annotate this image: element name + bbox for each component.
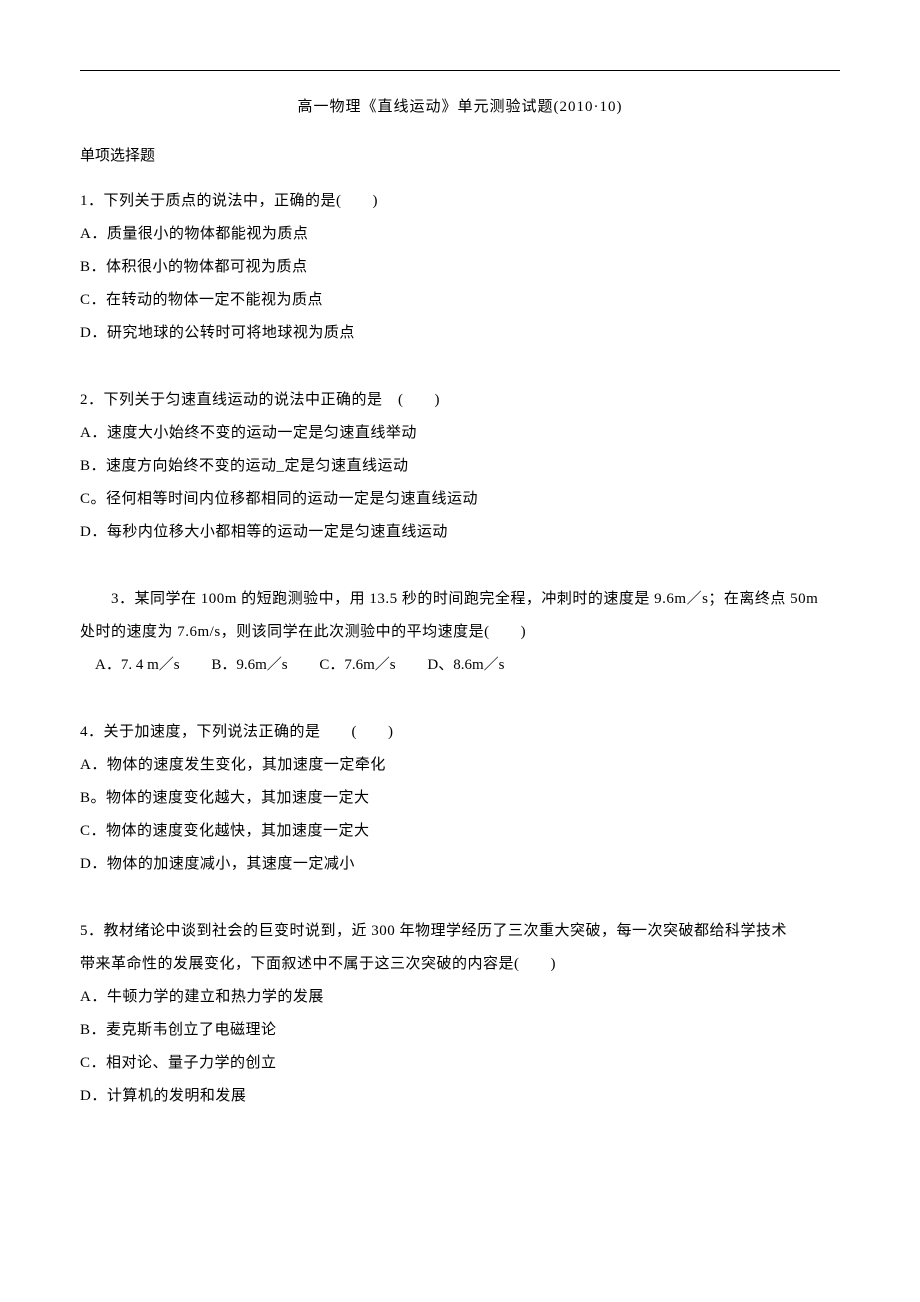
q4-opt-c: C．物体的速度变化越快，其加速度一定大: [80, 815, 840, 848]
q4-opt-a: A．物体的速度发生变化，其加速度一定牵化: [80, 749, 840, 782]
q2-opt-a: A．速度大小始终不变的运动一定是匀速直线举动: [80, 417, 840, 450]
q5-opt-a: A．牛顿力学的建立和热力学的发展: [80, 981, 840, 1014]
top-rule: [80, 70, 840, 71]
spacer: [80, 889, 840, 915]
spacer: [80, 358, 840, 384]
q5-stem-line2: 带来革命性的发展变化，下面叙述中不属于这三次突破的内容是( ): [80, 948, 840, 981]
q2-opt-b: B．速度方向始终不变的运动_定是匀速直线运动: [80, 450, 840, 483]
q1-opt-a: A．质量很小的物体都能视为质点: [80, 218, 840, 251]
q1-opt-b: B．体积很小的物体都可视为质点: [80, 251, 840, 284]
question-4: 4．关于加速度，下列说法正确的是 ( ) A．物体的速度发生变化，其加速度一定牵…: [80, 716, 840, 881]
q5-opt-c: C．相对论、量子力学的创立: [80, 1047, 840, 1080]
section-heading: 单项选择题: [80, 144, 840, 165]
question-3: 3．某同学在 100m 的短跑测验中，用 13.5 秒的时间跑完全程，冲刺时的速…: [80, 583, 840, 682]
q2-opt-c: C。径何相等时间内位移都相同的运动一定是匀速直线运动: [80, 483, 840, 516]
question-2: 2．下列关于匀速直线运动的说法中正确的是 ( ) A．速度大小始终不变的运动一定…: [80, 384, 840, 549]
q4-opt-d: D．物体的加速度减小，其速度一定减小: [80, 848, 840, 881]
q3-opt-c: C．7.6m／s: [319, 649, 395, 682]
spacer: [80, 690, 840, 716]
q3-stem-line1: 3．某同学在 100m 的短跑测验中，用 13.5 秒的时间跑完全程，冲刺时的速…: [80, 583, 840, 616]
q3-stem-line2: 处时的速度为 7.6m/s，则该同学在此次测验中的平均速度是( ): [80, 616, 840, 649]
q3-opt-b: B．9.6m／s: [211, 649, 287, 682]
q4-stem: 4．关于加速度，下列说法正确的是 ( ): [80, 716, 840, 749]
doc-title: 高一物理《直线运动》单元测验试题(2010·10): [80, 95, 840, 116]
q2-stem: 2．下列关于匀速直线运动的说法中正确的是 ( ): [80, 384, 840, 417]
q5-stem-line1: 5．教材绪论中谈到社会的巨变时说到，近 300 年物理学经历了三次重大突破，每一…: [80, 915, 840, 948]
q5-opt-b: B．麦克斯韦创立了电磁理论: [80, 1014, 840, 1047]
spacer: [80, 557, 840, 583]
q5-opt-d: D．计算机的发明和发展: [80, 1080, 840, 1113]
q2-opt-d: D．每秒内位移大小都相等的运动一定是匀速直线运动: [80, 516, 840, 549]
question-5: 5．教材绪论中谈到社会的巨变时说到，近 300 年物理学经历了三次重大突破，每一…: [80, 915, 840, 1113]
q1-stem: 1．下列关于质点的说法中，正确的是( ): [80, 185, 840, 218]
q4-opt-b: B。物体的速度变化越大，其加速度一定大: [80, 782, 840, 815]
page: 高一物理《直线运动》单元测验试题(2010·10) 单项选择题 1．下列关于质点…: [0, 0, 920, 1181]
q1-opt-d: D．研究地球的公转时可将地球视为质点: [80, 317, 840, 350]
q3-opt-d: D、8.6m／s: [427, 649, 504, 682]
q3-options-row: A．7. 4 m／s B．9.6m／s C．7.6m／s D、8.6m／s: [80, 649, 840, 682]
q3-opt-a: A．7. 4 m／s: [80, 649, 180, 682]
question-1: 1．下列关于质点的说法中，正确的是( ) A．质量很小的物体都能视为质点 B．体…: [80, 185, 840, 350]
q1-opt-c: C．在转动的物体一定不能视为质点: [80, 284, 840, 317]
